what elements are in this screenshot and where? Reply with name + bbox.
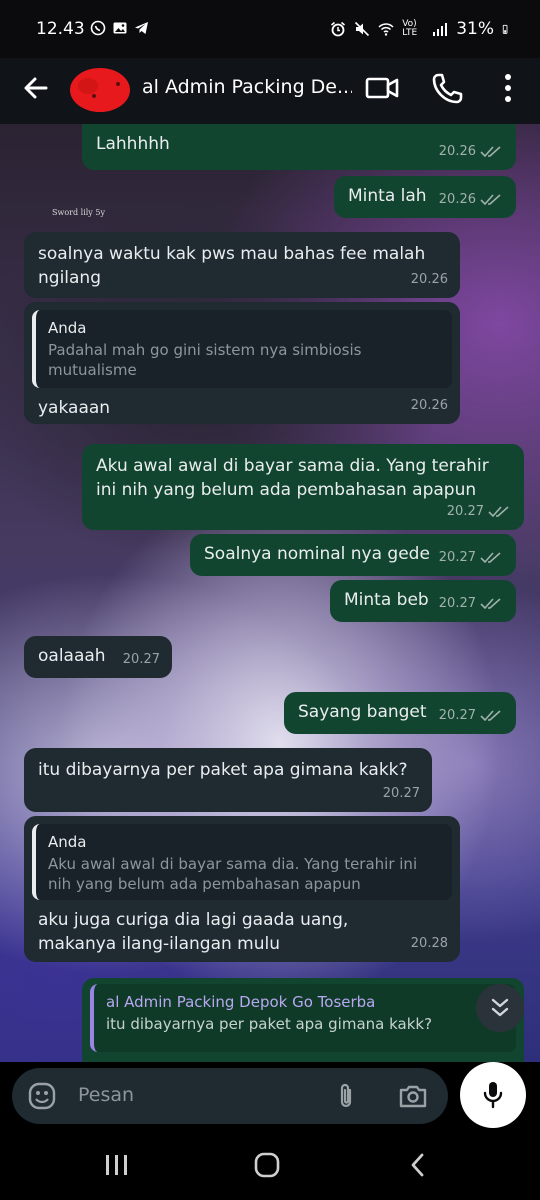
- message-time: 20.28: [410, 936, 448, 951]
- message-text: oalaaah: [38, 646, 106, 666]
- message-time: 20.27: [122, 652, 160, 667]
- quote-text: Padahal mah go gini sistem nya simbiosis…: [48, 341, 362, 379]
- double-check-icon: [480, 194, 501, 206]
- recent-apps-icon[interactable]: [102, 1152, 132, 1178]
- message-outgoing[interactable]: Minta lah 20.26: [334, 176, 516, 218]
- quoted-message[interactable]: Anda Padahal mah go gini sistem nya simb…: [32, 310, 452, 388]
- signal-icon: [433, 23, 448, 36]
- chat-area[interactable]: Sword lily 5y Lahhhhh 20.26 Minta lah 20…: [0, 124, 540, 1062]
- telegram-icon: [135, 22, 148, 34]
- quote-text: itu dibayarnya per paket apa gimana kakk…: [106, 1015, 433, 1033]
- network-label: Vo) LTE: [402, 19, 418, 38]
- message-time: 20.27: [438, 550, 476, 565]
- voice-record-button[interactable]: [460, 1062, 526, 1128]
- quote-sender: Anda: [48, 319, 87, 337]
- quote-text: Aku awal awal di bayar sama dia. Yang te…: [48, 855, 418, 893]
- chat-header: al Admin Packing De...: [0, 58, 540, 124]
- scroll-to-bottom-button[interactable]: [476, 984, 524, 1032]
- message-incoming[interactable]: soalnya waktu kak pws mau bahas fee mala…: [24, 232, 460, 298]
- gallery-icon: [113, 22, 127, 34]
- message-time: 20.27: [438, 708, 476, 723]
- message-outgoing[interactable]: Lahhhhh 20.26: [82, 124, 516, 170]
- video-call-icon[interactable]: [364, 70, 400, 106]
- message-time: 20.26: [438, 192, 476, 207]
- status-bar: 12.43 Vo) LTE 31%: [0, 0, 540, 58]
- quoted-message[interactable]: al Admin Packing Depok Go Toserba itu di…: [90, 984, 516, 1052]
- attach-icon[interactable]: [334, 1082, 358, 1110]
- mute-icon: [355, 21, 370, 37]
- message-input-placeholder: Pesan: [78, 1084, 135, 1106]
- message-text: Soalnya nominal nya gede: [204, 544, 430, 564]
- more-vert-icon[interactable]: [496, 70, 520, 106]
- quote-sender: al Admin Packing Depok Go Toserba: [106, 993, 376, 1011]
- message-incoming-reply[interactable]: Anda Aku awal awal di bayar sama dia. Ya…: [24, 816, 460, 962]
- message-input[interactable]: Pesan: [12, 1068, 448, 1124]
- voice-call-icon[interactable]: [430, 70, 466, 106]
- message-incoming[interactable]: oalaaah 20.27: [24, 636, 172, 678]
- wifi-icon: [378, 23, 394, 36]
- message-outgoing[interactable]: Soalnya nominal nya gede 20.27: [190, 534, 516, 576]
- double-check-icon: [480, 552, 501, 564]
- message-text: aku juga curiga dia lagi gaada uang, mak…: [38, 910, 349, 954]
- message-time: 20.27: [446, 504, 484, 519]
- message-outgoing[interactable]: Aku awal awal di bayar sama dia. Yang te…: [82, 444, 524, 530]
- quoted-message[interactable]: Anda Aku awal awal di bayar sama dia. Ya…: [32, 824, 452, 900]
- message-time: 20.26: [410, 398, 448, 413]
- emoji-icon[interactable]: [28, 1082, 56, 1110]
- mic-icon: [483, 1082, 503, 1109]
- message-text: Aku awal awal di bayar sama dia. Yang te…: [96, 456, 489, 500]
- double-check-icon: [480, 598, 501, 610]
- avatar[interactable]: [66, 64, 134, 116]
- back-arrow-icon[interactable]: [18, 70, 54, 106]
- battery-icon: [502, 24, 508, 34]
- message-time: 20.26: [410, 272, 448, 287]
- message-incoming-reply[interactable]: Anda Padahal mah go gini sistem nya simb…: [24, 302, 460, 424]
- message-outgoing-reply[interactable]: al Admin Packing Depok Go Toserba itu di…: [82, 978, 524, 1062]
- message-text: Sayang banget: [298, 702, 427, 722]
- system-nav-bar: [0, 1130, 540, 1200]
- contact-name[interactable]: al Admin Packing De...: [142, 76, 352, 98]
- message-text: soalnya waktu kak pws mau bahas fee mala…: [38, 244, 426, 288]
- message-outgoing[interactable]: Sayang banget 20.27: [284, 692, 516, 734]
- double-check-icon: [488, 506, 509, 518]
- message-text: Lahhhhh: [96, 134, 170, 154]
- quote-sender: Anda: [48, 833, 87, 851]
- battery-percent: 31%: [456, 19, 494, 39]
- double-check-icon: [480, 710, 501, 722]
- composer-bar: Pesan: [0, 1062, 540, 1130]
- alarm-icon: [331, 21, 346, 37]
- whatsapp-icon: [90, 20, 106, 36]
- home-icon[interactable]: [252, 1152, 282, 1178]
- camera-icon[interactable]: [398, 1082, 428, 1110]
- message-time: 20.27: [382, 786, 420, 801]
- double-check-icon: [480, 146, 501, 158]
- double-chevron-down-icon: [491, 998, 509, 1017]
- message-text: yakaaan: [38, 398, 111, 418]
- message-text: itu dibayarnya per paket apa gimana kakk…: [38, 760, 408, 780]
- back-nav-icon[interactable]: [404, 1152, 434, 1178]
- message-text: Minta lah: [348, 186, 427, 206]
- message-incoming[interactable]: itu dibayarnya per paket apa gimana kakk…: [24, 748, 432, 812]
- message-time: 20.26: [438, 144, 476, 159]
- message-time: 20.27: [438, 596, 476, 611]
- status-time: 12.43: [36, 19, 85, 39]
- message-text: Minta beb: [344, 590, 429, 610]
- wallpaper-watermark: Sword lily 5y: [52, 208, 105, 217]
- message-outgoing[interactable]: Minta beb 20.27: [330, 580, 516, 622]
